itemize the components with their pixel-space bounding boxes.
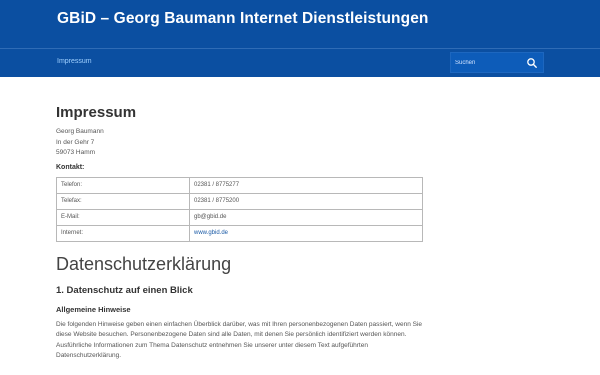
- table-row: E-Mail: gb@gbid.de: [56, 208, 423, 226]
- table-row: Internet: www.gbid.de: [56, 224, 423, 242]
- table-row: Telefax: 02381 / 8775200: [56, 192, 423, 210]
- search-input[interactable]: [455, 56, 525, 69]
- section-title: 1. Datenschutz auf einen Blick: [56, 284, 193, 296]
- nav-divider: [0, 48, 600, 49]
- contact-value-cell: www.gbid.de: [189, 224, 423, 242]
- contact-label: Internet:: [56, 224, 190, 242]
- website-link[interactable]: www.gbid.de: [194, 230, 228, 236]
- page-title: Impressum: [56, 104, 137, 121]
- contact-label: Telefax:: [56, 192, 190, 210]
- nav-item-impressum[interactable]: Impressum: [57, 58, 92, 65]
- contact-value: 02381 / 8775200: [189, 192, 423, 210]
- main-content: Impressum Georg Baumann In der Gehr 7 59…: [56, 104, 424, 368]
- search-box: [450, 52, 544, 73]
- contact-heading: Kontakt:: [56, 163, 85, 171]
- address-name: Georg Baumann: [56, 128, 104, 135]
- section-paragraph: Die folgenden Hinweise geben einen einfa…: [56, 320, 423, 360]
- contact-value: gb@gbid.de: [189, 208, 423, 226]
- site-header: GBiD – Georg Baumann Internet Dienstleis…: [0, 0, 600, 77]
- privacy-title: Datenschutzerklärung: [56, 253, 232, 274]
- address-street: In der Gehr 7: [56, 138, 95, 146]
- search-icon[interactable]: [526, 57, 538, 69]
- contact-value: 02381 / 8775277: [189, 176, 423, 194]
- contact-label: E-Mail:: [56, 208, 190, 226]
- table-row: Telefon: 02381 / 8775277: [56, 176, 423, 194]
- section-subtitle: Allgemeine Hinweise: [56, 304, 131, 314]
- contact-label: Telefon:: [56, 176, 190, 194]
- site-title[interactable]: GBiD – Georg Baumann Internet Dienstleis…: [57, 10, 428, 28]
- address-city: 59073 Hamm: [56, 149, 96, 156]
- address-block: Georg Baumann In der Gehr 7 59073 Hamm: [56, 127, 424, 159]
- contact-table: Telefon: 02381 / 8775277 Telefax: 02381 …: [56, 176, 423, 242]
